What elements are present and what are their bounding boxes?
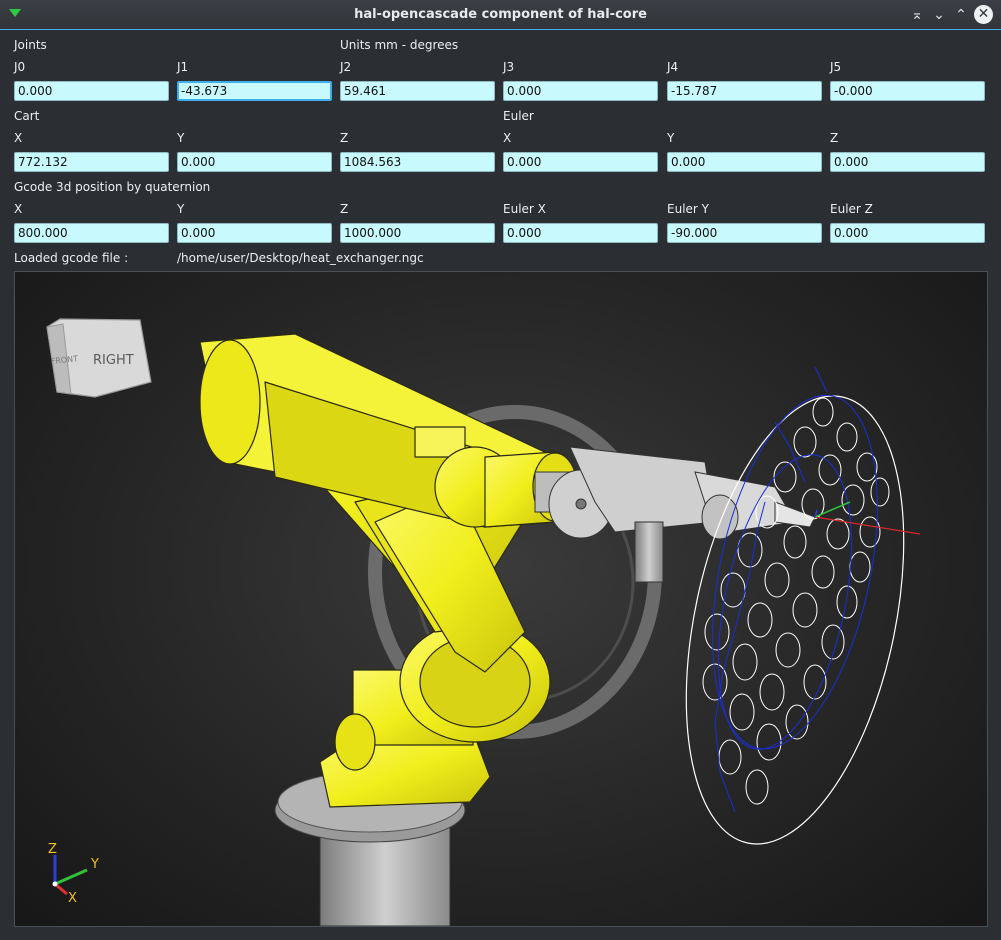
euler-z-label: Z [830,131,839,145]
j5-field[interactable]: -0.000 [830,81,985,101]
gcode-euler-z-field[interactable]: 0.000 [830,223,985,243]
gcode-y-field[interactable]: 0.000 [177,223,332,243]
j1-label: J1 [177,60,189,74]
gcode-euler-x-label: Euler X [503,202,546,216]
euler-x-label: X [503,131,512,145]
tool-axes [814,501,921,535]
cart-section-label: Cart [14,109,40,123]
cart-z-label: Z [340,131,349,145]
j0-label: J0 [14,60,26,74]
loaded-file-label: Loaded gcode file : [14,251,129,265]
j1-field[interactable]: -43.673 [177,81,332,101]
keep-above-button[interactable]: ⌅ [907,5,927,25]
j2-label: J2 [340,60,352,74]
close-button[interactable]: ✕ [974,5,993,24]
gcode-z-label: Z [340,202,349,216]
maximize-button[interactable]: ⌃ [951,5,971,25]
gcode-euler-y-field[interactable]: -90.000 [667,223,822,243]
j3-field[interactable]: 0.000 [503,81,658,101]
joints-section-label: Joints [14,38,47,52]
gcode-euler-x-field[interactable]: 0.000 [503,223,658,243]
j5-label: J5 [830,60,842,74]
cart-z-field[interactable]: 1084.563 [340,152,495,172]
heat-exchanger-plate [685,366,905,845]
cart-x-label: X [14,131,23,145]
triad-y-label: Y [90,857,99,872]
euler-x-field[interactable]: 0.000 [503,152,658,172]
gcode-euler-y-label: Euler Y [667,202,709,216]
gcode-x-field[interactable]: 800.000 [14,223,169,243]
j2-field[interactable]: 59.461 [340,81,495,101]
gcode-euler-z-label: Euler Z [830,202,873,216]
j4-label: J4 [667,60,679,74]
minimize-button[interactable]: ⌄ [929,5,949,25]
window-title: hal-opencascade component of hal-core [354,7,647,22]
3d-viewport[interactable]: RIGHT FRONT Z Y X [14,271,988,927]
loaded-file-path: /home/user/Desktop/heat_exchanger.ngc [177,251,424,265]
euler-y-field[interactable]: 0.000 [667,152,822,172]
cart-y-label: Y [177,131,185,145]
triad-x-label: X [68,891,77,906]
axis-triad: Z Y X [48,842,99,906]
gcode-section-label: Gcode 3d position by quaternion [14,180,211,194]
app-window: hal-opencascade component of hal-core ⌅ … [0,0,1001,940]
gcode-z-field[interactable]: 1000.000 [340,223,495,243]
j3-label: J3 [503,60,515,74]
robot-tool-head [534,446,816,583]
triad-z-label: Z [48,842,57,857]
title-bar: hal-opencascade component of hal-core ⌅ … [0,0,1001,30]
toolpath-lines [712,366,878,813]
units-label: Units mm - degrees [340,38,459,52]
cart-y-field[interactable]: 0.000 [177,152,332,172]
j4-field[interactable]: -15.787 [667,81,822,101]
euler-section-label: Euler [503,109,534,123]
scene-svg: RIGHT FRONT Z Y X [46,318,921,926]
gcode-x-label: X [14,202,23,216]
euler-z-field[interactable]: 0.000 [830,152,985,172]
view-cube[interactable]: RIGHT FRONT [46,318,152,398]
j0-field[interactable]: 0.000 [14,81,169,101]
cart-x-field[interactable]: 772.132 [14,152,169,172]
gcode-y-label: Y [177,202,185,216]
view-cube-label: RIGHT [93,353,134,368]
euler-y-label: Y [667,131,675,145]
